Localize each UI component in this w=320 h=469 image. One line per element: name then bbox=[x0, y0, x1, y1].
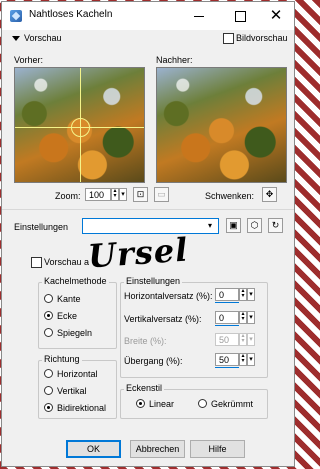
horizontal-offset-stepper[interactable]: ▴ ▾ bbox=[239, 288, 247, 301]
maximize-button[interactable] bbox=[222, 2, 258, 30]
zoom-stepper[interactable]: ▴ ▾ bbox=[111, 188, 119, 201]
tile-method-title: Kachelmethode bbox=[42, 276, 109, 286]
radio-horizontal-label: Horizontal bbox=[57, 369, 98, 379]
close-button[interactable]: ✕ bbox=[258, 2, 294, 30]
chevron-down-icon bbox=[12, 36, 20, 42]
radio-corner-label: Ecke bbox=[57, 311, 78, 321]
width-input: 50 bbox=[215, 333, 239, 346]
radio-bidirectional-label: Bidirektional bbox=[57, 403, 107, 413]
zoom-actual-button: ▭ bbox=[154, 187, 169, 202]
preview-on-image-checkbox[interactable] bbox=[31, 257, 42, 268]
vertical-offset-label: Vertikalversatz (%): bbox=[124, 314, 202, 324]
vertical-offset-stepper[interactable]: ▴ ▾ bbox=[239, 311, 247, 324]
transition-stepper[interactable]: ▴ ▾ bbox=[239, 353, 247, 366]
radio-mirror-label: Spiegeln bbox=[57, 328, 93, 338]
transition-input[interactable]: 50 bbox=[215, 353, 239, 366]
preset-dropdown[interactable] bbox=[82, 218, 219, 234]
transition-label: Übergang (%): bbox=[124, 356, 183, 366]
horizontal-offset-label: Horizontalversatz (%): bbox=[124, 291, 213, 301]
preview-on-image-label: Vorschau a bbox=[44, 257, 90, 267]
pan-move-icon[interactable]: ✥ bbox=[262, 187, 277, 202]
image-preview-label: Bildvorschau bbox=[236, 33, 288, 43]
window-title: Nahtloses Kacheln bbox=[29, 9, 113, 20]
minimize-button[interactable] bbox=[180, 2, 216, 30]
radio-curved[interactable] bbox=[198, 399, 207, 408]
pan-label: Schwenken: bbox=[205, 191, 255, 201]
ok-button[interactable]: OK bbox=[66, 440, 121, 458]
transition-slider[interactable] bbox=[215, 367, 239, 368]
horizontal-offset-slider[interactable] bbox=[215, 302, 239, 303]
image-preview-checkbox[interactable] bbox=[223, 33, 234, 44]
radio-horizontal[interactable] bbox=[44, 369, 53, 378]
before-label: Vorher: bbox=[14, 55, 44, 65]
app-icon bbox=[10, 10, 22, 22]
watermark-signature: Ursel bbox=[86, 230, 190, 276]
width-label: Breite (%): bbox=[124, 336, 167, 346]
help-button[interactable]: Hilfe bbox=[190, 440, 245, 458]
width-dropdown: ▾ bbox=[247, 333, 255, 346]
before-preview-image[interactable] bbox=[14, 67, 145, 183]
radio-vertical[interactable] bbox=[44, 386, 53, 395]
radio-bidirectional[interactable] bbox=[44, 403, 53, 412]
after-preview-image bbox=[156, 67, 287, 183]
randomize-icon[interactable]: ↻ bbox=[268, 218, 283, 233]
divider bbox=[2, 209, 294, 210]
reset-preset-icon[interactable]: ⬡ bbox=[247, 218, 262, 233]
preview-toggle[interactable]: Vorschau bbox=[12, 33, 62, 43]
zoom-fit-button[interactable]: ⊡ bbox=[133, 187, 148, 202]
crosshair-circle[interactable] bbox=[71, 118, 90, 137]
transition-dropdown[interactable]: ▾ bbox=[247, 353, 255, 366]
after-label: Nachher: bbox=[156, 55, 193, 65]
corner-style-title: Eckenstil bbox=[124, 383, 165, 393]
radio-corner[interactable] bbox=[44, 311, 53, 320]
chevron-down-icon[interactable]: ▾ bbox=[208, 221, 212, 230]
zoom-label: Zoom: bbox=[55, 191, 81, 201]
cancel-button[interactable]: Abbrechen bbox=[130, 440, 185, 458]
radio-curved-label: Gekrümmt bbox=[211, 399, 254, 409]
vertical-offset-input[interactable]: 0 bbox=[215, 311, 239, 324]
radio-edge[interactable] bbox=[44, 294, 53, 303]
horizontal-offset-input[interactable]: 0 bbox=[215, 288, 239, 301]
radio-linear-label: Linear bbox=[149, 399, 175, 409]
radio-vertical-label: Vertikal bbox=[57, 386, 87, 396]
title-bar[interactable]: Nahtloses Kacheln ✕ bbox=[2, 2, 294, 30]
params-title: Einstellungen bbox=[124, 276, 183, 286]
horizontal-offset-dropdown[interactable]: ▾ bbox=[247, 288, 255, 301]
vertical-offset-slider[interactable] bbox=[215, 325, 239, 326]
settings-label: Einstellungen bbox=[14, 222, 69, 232]
preview-toggle-label: Vorschau bbox=[24, 33, 62, 43]
vertical-offset-dropdown[interactable]: ▾ bbox=[247, 311, 255, 324]
zoom-input[interactable]: 100 bbox=[85, 188, 111, 201]
width-stepper: ▴ ▾ bbox=[239, 333, 247, 346]
dialog-window: Nahtloses Kacheln ✕ Vorschau Bildvorscha… bbox=[1, 1, 295, 467]
save-preset-icon[interactable]: ▣ bbox=[226, 218, 241, 233]
radio-edge-label: Kante bbox=[57, 294, 81, 304]
radio-mirror[interactable] bbox=[44, 328, 53, 337]
radio-linear[interactable] bbox=[136, 399, 145, 408]
direction-title: Richtung bbox=[42, 354, 82, 364]
zoom-dropdown[interactable]: ▾ bbox=[119, 188, 127, 201]
